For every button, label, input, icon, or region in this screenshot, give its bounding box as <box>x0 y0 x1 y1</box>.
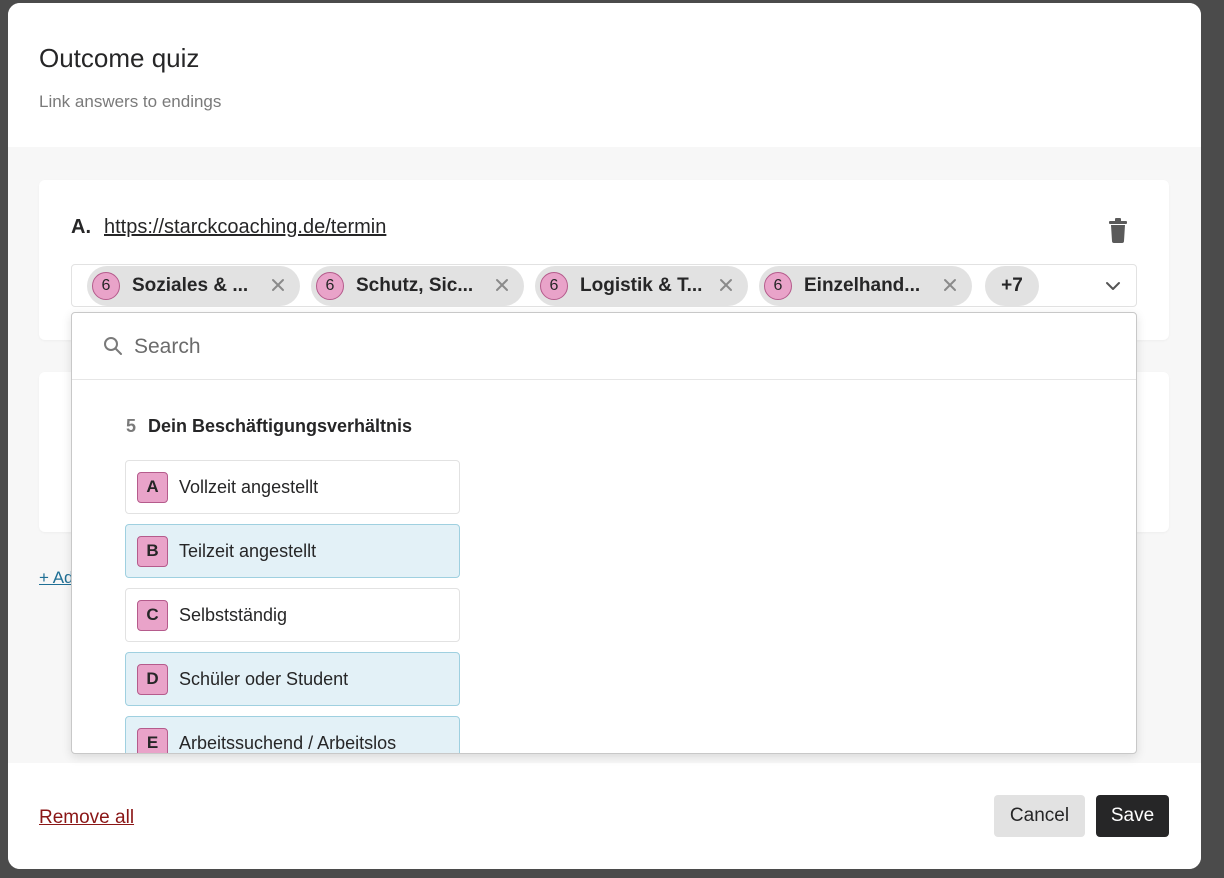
answer-label: Vollzeit angestellt <box>179 476 319 497</box>
question-number-badge: 6 <box>540 272 568 300</box>
question-number-badge: 6 <box>92 272 120 300</box>
ending-url-link[interactable]: https://starckcoaching.de/termin <box>104 216 386 239</box>
question-number-badge: 6 <box>316 272 344 300</box>
question-number-badge: 6 <box>764 272 792 300</box>
cancel-button[interactable]: Cancel <box>994 795 1085 837</box>
question-number: 5 <box>126 416 137 436</box>
answer-option-d[interactable]: D Schüler oder Student <box>125 652 460 706</box>
close-icon[interactable] <box>941 276 959 294</box>
answer-letter-badge: C <box>137 599 168 631</box>
modal-footer: Remove all Cancel Save <box>8 763 1201 869</box>
answer-option-a[interactable]: A Vollzeit angestellt <box>125 460 460 514</box>
answers-multiselect[interactable]: 6 Soziales & ... 6 Schutz, Sic... 6 Logi… <box>71 264 1137 307</box>
answer-chip: 6 Schutz, Sic... <box>311 266 524 306</box>
answer-label: Schüler oder Student <box>179 668 349 689</box>
answer-letter-badge: A <box>137 471 168 503</box>
answer-chip: 6 Soziales & ... <box>87 266 300 306</box>
answer-option-b[interactable]: B Teilzeit angestellt <box>125 524 460 578</box>
chip-label: Schutz, Sic... <box>356 275 474 296</box>
chip-label: Soziales & ... <box>132 275 249 296</box>
answer-chip: 6 Einzelhand... <box>759 266 972 306</box>
search-icon <box>103 336 123 356</box>
chevron-down-icon[interactable] <box>1104 277 1122 295</box>
search-row <box>72 313 1136 380</box>
answer-label: Selbstständig <box>179 604 288 625</box>
save-button[interactable]: Save <box>1096 795 1169 837</box>
trash-icon[interactable] <box>1107 218 1129 244</box>
answer-label: Arbeitssuchend / Arbeitslos <box>179 732 397 753</box>
chip-label: Logistik & T... <box>580 275 702 296</box>
close-icon[interactable] <box>717 276 735 294</box>
modal-header: Outcome quiz Link answers to endings <box>8 3 1201 147</box>
modal-title: Outcome quiz <box>39 43 200 73</box>
answers-dropdown: 5 Dein Beschäftigungsverhältnis A Vollze… <box>71 312 1137 754</box>
add-ending-link[interactable]: + Ad <box>39 568 74 588</box>
question-title: Dein Beschäftigungsverhältnis <box>148 416 413 436</box>
more-chips-button[interactable]: +7 <box>985 266 1039 306</box>
answer-label: Teilzeit angestellt <box>179 540 317 561</box>
chip-label: Einzelhand... <box>804 275 921 296</box>
answer-letter-badge: B <box>137 535 168 567</box>
answer-chip: 6 Logistik & T... <box>535 266 748 306</box>
answer-letter-badge: E <box>137 727 168 753</box>
close-icon[interactable] <box>269 276 287 294</box>
answer-letter-badge: D <box>137 663 168 695</box>
remove-all-link[interactable]: Remove all <box>39 807 134 829</box>
ending-letter: A. <box>71 216 91 238</box>
answer-option-e[interactable]: E Arbeitssuchend / Arbeitslos <box>125 716 460 753</box>
answer-option-c[interactable]: C Selbstständig <box>125 588 460 642</box>
search-input[interactable] <box>134 327 1114 367</box>
close-icon[interactable] <box>493 276 511 294</box>
modal-subtitle: Link answers to endings <box>39 92 222 111</box>
